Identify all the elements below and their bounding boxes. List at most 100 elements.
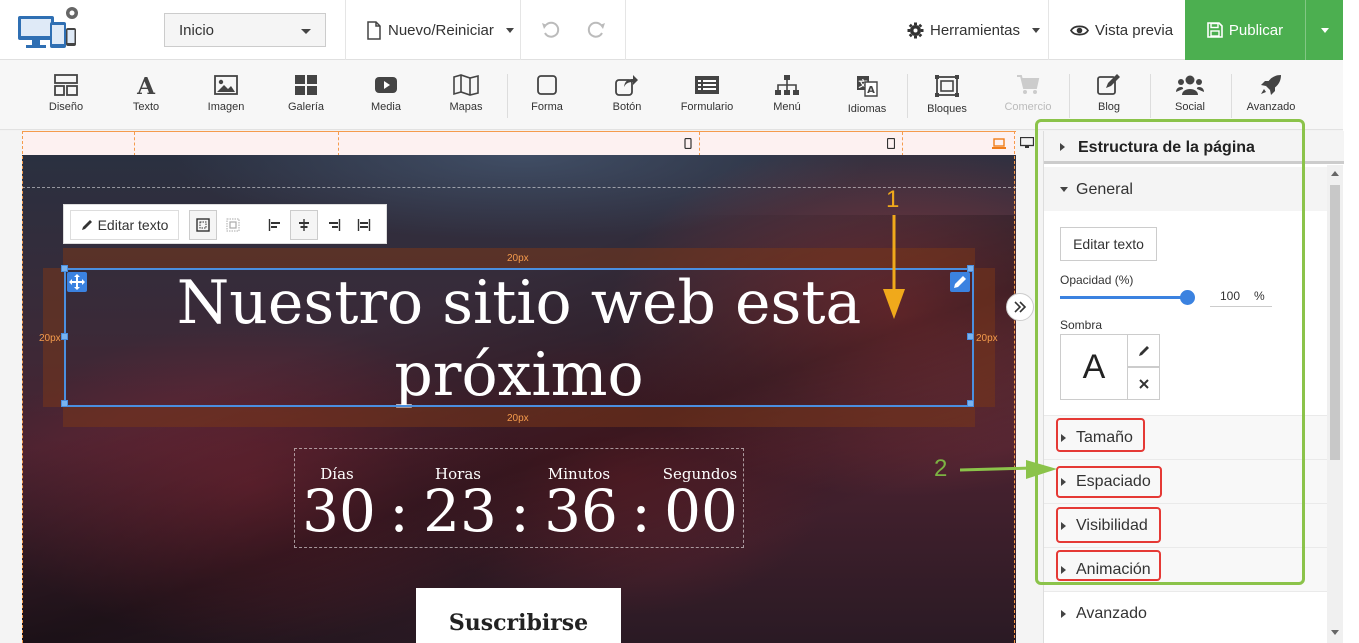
undo-button[interactable] [541,0,561,60]
box-margin-button[interactable] [219,210,247,240]
breakpoint-guide [338,132,339,156]
tool-label: Diseño [48,101,84,113]
breakpoint-ruler [22,131,1016,156]
tool-menu[interactable]: Menú [747,60,827,130]
mobile-breakpoint-icon[interactable] [684,138,692,149]
breakpoint-guide [699,132,700,156]
tool-button[interactable]: Botón [587,60,667,130]
tool-text[interactable]: A Texto [106,60,186,130]
highlight-box-visibility [1056,507,1161,543]
countdown-separator: : [631,477,651,545]
panel-scrollbar[interactable] [1327,165,1343,643]
preview-button[interactable]: Vista previa [1070,0,1173,60]
tool-languages[interactable]: 文A Idiomas [827,60,907,130]
padding-bottom-label: 20px [507,413,529,424]
countdown-hours: 23 [423,477,497,545]
tool-label: Imagen [207,101,245,113]
tool-gallery[interactable]: Galería [266,60,346,130]
laptop-breakpoint-icon[interactable] [992,138,1006,149]
resize-handle[interactable] [61,265,68,272]
text-element-toolbar: Editar texto [63,204,387,244]
svg-text:A: A [867,85,875,96]
tablet-breakpoint-icon[interactable] [887,138,895,149]
align-right-button[interactable] [320,210,348,240]
publish-dropdown-button[interactable] [1305,0,1343,60]
scroll-down-icon[interactable] [1331,630,1339,635]
tool-label: Social [1175,101,1205,113]
scrollbar-thumb[interactable] [1330,185,1340,460]
map-icon [453,74,479,96]
highlight-box-animation [1056,550,1161,581]
divider [520,0,521,60]
double-chevron-right-icon [1014,301,1027,313]
selected-text-element[interactable] [64,268,974,407]
undo-icon [542,21,560,38]
resize-handle[interactable] [61,333,68,340]
file-icon [367,20,381,40]
scroll-up-icon[interactable] [1331,171,1339,176]
tool-label: Idiomas [847,103,887,115]
tool-label: Forma [531,101,563,113]
resize-handle[interactable] [967,265,974,272]
align-left-button[interactable] [261,210,289,240]
move-handle[interactable] [67,272,87,292]
rocket-icon [1261,75,1281,95]
gallery-icon [295,75,317,95]
collapse-panel-button[interactable] [1006,293,1034,321]
advanced-section[interactable]: Avanzado [1044,591,1327,635]
section-guide-right [1014,131,1015,643]
countdown-timer[interactable]: Días Horas Minutos Segundos 30 : 23 : 36… [294,448,744,548]
window-edge [1343,0,1359,643]
tool-blocks[interactable]: Bloques [907,60,987,130]
tool-label: Mapas [449,101,483,113]
countdown-days: 30 [302,477,376,545]
page-selector[interactable]: Inicio [164,13,326,47]
tools-menu-label: Herramientas [930,21,1021,39]
annotation-arrow-down [883,215,905,319]
resize-handle[interactable] [61,400,68,407]
menu-icon [775,75,799,95]
tool-maps[interactable]: Mapas [426,60,506,130]
box-padding-button[interactable] [189,210,217,240]
svg-text:A: A [136,74,156,96]
align-justify-button[interactable] [350,210,378,240]
tool-layout[interactable]: Diseño [26,60,106,130]
tool-media[interactable]: Media [346,60,426,130]
highlight-box-size [1056,418,1145,452]
breakpoint-guide [134,132,135,156]
align-left-icon [268,219,280,231]
align-center-button[interactable] [290,210,318,240]
caret-right-icon [1061,610,1066,618]
form-icon [695,76,719,94]
breakpoint-guide [902,132,903,156]
element-edit-button[interactable] [950,272,970,292]
resize-handle[interactable] [967,333,974,340]
divider [345,0,346,60]
app-logo[interactable] [14,6,84,54]
padding-top-label: 20px [507,253,529,264]
tool-shape[interactable]: Forma [507,60,587,130]
align-right-icon [329,219,341,231]
button-icon [615,75,638,96]
highlight-box-spacing [1056,466,1162,498]
tool-label: Texto [132,101,160,113]
text-icon: A [136,74,156,96]
edit-text-button[interactable]: Editar texto [70,210,179,240]
countdown-minutes: 36 [544,477,618,545]
annotation-number-1: 1 [886,186,900,213]
tool-form[interactable]: Formulario [667,60,747,130]
tool-label: Menú [773,101,801,113]
new-reset-button[interactable]: Nuevo/Reiniciar [366,0,514,60]
pencil-icon [954,276,966,288]
publish-button-group: Publicar [1185,0,1343,60]
subscribe-button[interactable]: Suscribirse [416,588,621,643]
countdown-separator: : [510,477,530,545]
desktop-breakpoint-icon[interactable] [1020,137,1034,149]
tools-menu-button[interactable]: Herramientas [907,0,1041,60]
redo-button[interactable] [586,0,606,60]
save-icon [1207,22,1223,38]
resize-handle[interactable] [967,400,974,407]
divider [1048,0,1049,60]
tool-image[interactable]: Imagen [186,60,266,130]
publish-button[interactable]: Publicar [1185,0,1305,60]
